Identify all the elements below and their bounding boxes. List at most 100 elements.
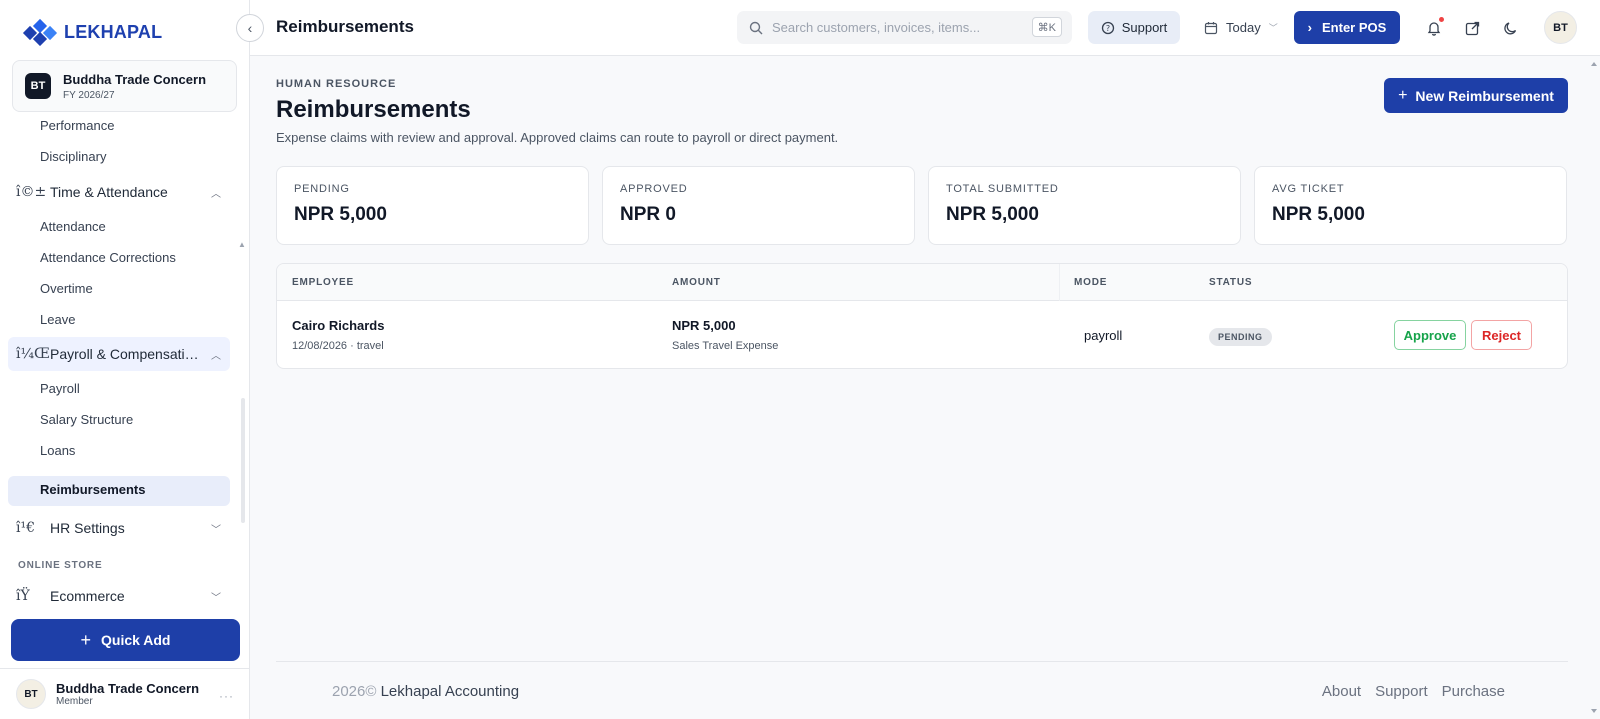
page-header-title: Reimbursements [276,17,414,36]
user-name: Buddha Trade Concern [56,681,200,696]
sidebar-item-disciplinary[interactable]: Disciplinary [40,149,106,164]
pos-label: Enter POS [1322,20,1387,35]
page-scrollbar[interactable] [1590,60,1598,715]
collapse-sidebar-button[interactable]: ‹ [236,14,264,42]
sidebar-scrollbar[interactable] [241,398,245,523]
store-icon: îŸ [16,588,30,604]
sidebar-group-time-attendance[interactable]: î©± Time & Attendance ︿ [8,175,230,209]
fiscal-year: FY 2026/27 [63,89,115,101]
reimbursements-table: EMPLOYEE AMOUNT MODE STATUS Cairo Richar… [276,263,1568,369]
footer-links: About Support Purchase [1322,683,1505,700]
employee-name: Cairo Richards [292,318,385,333]
search-shortcut: ⌘K [1031,17,1062,37]
scroll-up-icon[interactable]: ▲ [238,240,246,249]
sidebar-nav: ▲ Performance Disciplinary î©± Time & At… [0,116,250,606]
footer-link-purchase[interactable]: Purchase [1442,683,1505,700]
sidebar-item-loans[interactable]: Loans [40,443,75,458]
sidebar-item-leave[interactable]: Leave [40,312,75,327]
notification-dot [1439,17,1444,22]
footer-link-support[interactable]: Support [1375,683,1428,700]
sidebar-group-label: Payroll & Compensati… [50,346,199,362]
sidebar-item-payroll[interactable]: Payroll [40,381,80,396]
main-content: HUMAN RESOURCE Reimbursements Expense cl… [250,56,1600,719]
sidebar: LEKHAPAL BT Buddha Trade Concern FY 2026… [0,0,250,719]
logo-icon [22,18,58,46]
date-range-select[interactable]: Today ﹀ [1204,11,1278,44]
column-mode[interactable]: MODE [1074,277,1107,288]
company-switcher[interactable]: BT Buddha Trade Concern FY 2026/27 [12,60,237,112]
column-amount[interactable]: AMOUNT [672,277,721,288]
table-header: EMPLOYEE AMOUNT MODE STATUS [277,264,1567,301]
external-link-icon [1465,21,1479,35]
claim-meta: 12/08/2026 · travel [292,340,384,352]
sidebar-item-overtime[interactable]: Overtime [40,281,93,296]
column-divider [1059,264,1060,301]
quick-add-button[interactable]: + Quick Add [11,619,240,661]
page-description: Expense claims with review and approval.… [276,130,839,145]
footer-link-about[interactable]: About [1322,683,1361,700]
sidebar-item-salary-structure[interactable]: Salary Structure [40,412,133,427]
stat-label: PENDING [294,183,350,195]
company-avatar: BT [25,73,51,99]
status-badge: PENDING [1209,328,1272,346]
company-name: Buddha Trade Concern [63,71,207,87]
stat-value: NPR 5,000 [1272,204,1365,225]
stat-label: APPROVED [620,183,688,195]
enter-pos-button[interactable]: › Enter POS [1294,11,1400,44]
user-role: Member [56,696,93,707]
brand-logo[interactable]: LEKHAPAL [22,18,162,46]
sidebar-group-payroll[interactable]: î¼Œ Payroll & Compensati… ︿ [8,337,230,371]
global-search[interactable]: ⌘K [737,11,1072,44]
approve-button[interactable]: Approve [1394,320,1466,350]
theme-toggle-button[interactable] [1496,14,1524,42]
moon-icon [1503,21,1516,34]
sidebar-group-label: Time & Attendance [50,184,168,200]
copyright-year: 2026© [332,683,377,700]
sidebar-item-attendance[interactable]: Attendance [40,219,106,234]
copyright-company: Lekhapal Accounting [380,683,520,700]
payment-mode: payroll [1084,328,1123,343]
stat-value: NPR 0 [620,204,676,225]
sidebar-group-ecommerce[interactable]: îŸ Ecommerce ﹀ [8,579,230,606]
sidebar-item-attendance-corrections[interactable]: Attendance Corrections [40,250,176,265]
quick-add-label: Quick Add [101,632,171,648]
stat-label: AVG TICKET [1272,183,1345,195]
notifications-button[interactable] [1420,14,1448,42]
stat-card-pending: PENDING NPR 5,000 [276,166,589,245]
more-icon[interactable]: ··· [219,689,234,703]
sidebar-group-label: HR Settings [50,520,125,536]
sidebar-group-label: Ecommerce [50,588,125,604]
reject-button[interactable]: Reject [1471,320,1532,350]
new-reimbursement-button[interactable]: + New Reimbursement [1384,78,1568,113]
support-button[interactable]: ? Support [1088,11,1180,44]
calendar-icon [1204,21,1218,34]
user-menu[interactable]: BT Buddha Trade Concern Member ··· [0,668,250,719]
account-avatar[interactable]: BT [1544,11,1577,44]
sidebar-group-hr-settings[interactable]: î¹€ HR Settings ﹀ [8,511,230,545]
svg-text:?: ? [1106,24,1110,33]
chevron-right-icon: › [1307,20,1313,35]
column-status[interactable]: STATUS [1209,277,1252,288]
column-employee[interactable]: EMPLOYEE [292,277,354,288]
chevron-up-icon: ︿ [211,350,221,362]
search-icon [749,21,763,34]
chevron-down-icon: ﹀ [1268,23,1278,33]
chevron-up-icon: ︿ [211,188,221,200]
date-label: Today [1226,20,1261,35]
help-icon: ? [1101,21,1114,34]
plus-icon: + [1398,86,1408,104]
settings-icon: î¹€ [16,520,35,536]
copyright: 2026© Lekhapal Accounting [332,683,519,700]
claim-amount: NPR 5,000 [672,318,736,333]
sidebar-item-performance[interactable]: Performance [40,118,114,133]
brand-name: LEKHAPAL [64,21,163,42]
open-external-button[interactable] [1458,14,1486,42]
sidebar-item-reimbursements[interactable]: Reimbursements [40,482,145,497]
new-reimbursement-label: New Reimbursement [1415,87,1554,104]
plus-icon: + [80,629,91,650]
stat-card-approved: APPROVED NPR 0 [602,166,915,245]
bell-icon [1427,22,1441,36]
chevron-down-icon: ﹀ [211,592,221,604]
support-label: Support [1121,20,1168,35]
search-input[interactable] [772,20,1027,35]
